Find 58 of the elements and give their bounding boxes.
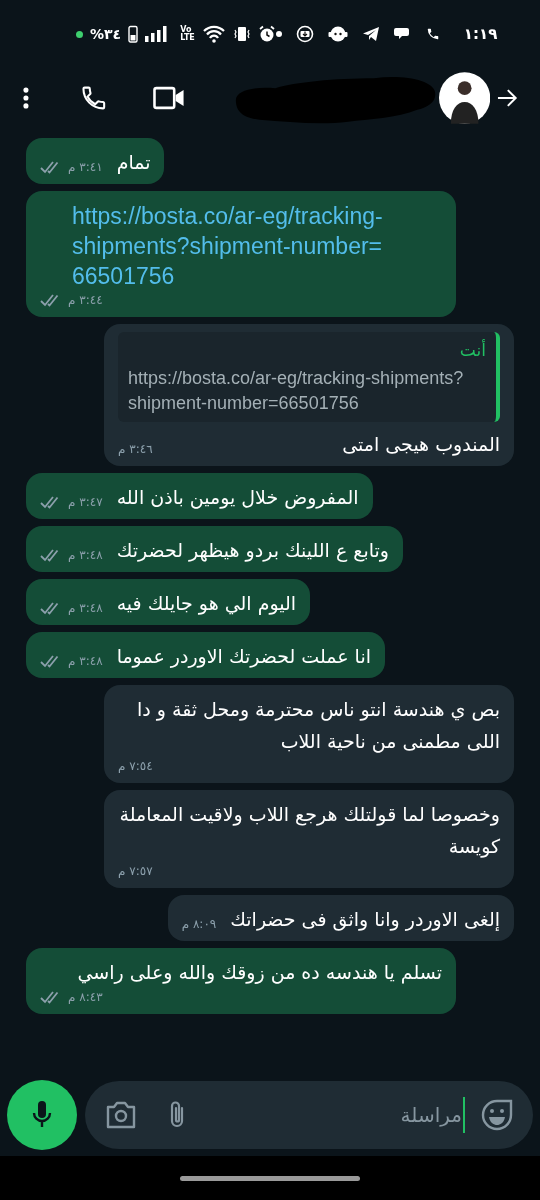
message-field[interactable]: مراسلة	[85, 1081, 533, 1149]
message-bubble[interactable]: تمام ٣:٤١ م	[26, 138, 165, 184]
message-text: المندوب هيجى امتى	[342, 431, 500, 458]
quoted-sender: أنت	[459, 338, 486, 362]
back-arrow-icon[interactable]	[496, 87, 518, 109]
message-bubble[interactable]: إلغى الاوردر وانا واثق فى حضراتك ٨:٠٩ م	[167, 894, 514, 941]
message-time: ٣:٤٧ م	[68, 493, 103, 511]
message-text: المفروض خلال يومين باذن الله	[116, 484, 359, 511]
clock: ١:١٩	[463, 23, 498, 45]
robot-icon	[327, 25, 348, 43]
wifi-icon	[201, 25, 226, 43]
message-text: إلغى الاوردر وانا واثق فى حضراتك	[230, 906, 500, 933]
message-time: ٧:٥٤ م	[118, 757, 153, 775]
message-time: ٣:٤١ م	[68, 159, 103, 176]
message-time: ٣:٤٤ م	[68, 292, 103, 309]
battery-icon	[128, 25, 139, 43]
alarm-icon	[257, 25, 276, 43]
home-indicator[interactable]	[180, 1175, 360, 1181]
sticker-icon[interactable]	[481, 1099, 513, 1131]
message-time: ٧:٥٧ م	[118, 862, 153, 880]
message-bubble[interactable]: انا عملت لحضرتك الاوردر عموما ٣:٤٨ م	[26, 631, 385, 678]
message-text: انا عملت لحضرتك الاوردر عموما	[116, 643, 371, 670]
message-time: ٣:٤٦ م	[118, 440, 153, 458]
message-bubble[interactable]: اليوم الي هو جايلك فيه ٣:٤٨ م	[26, 578, 311, 625]
video-call-icon[interactable]	[152, 86, 185, 110]
message-bubble[interactable]: المفروض خلال يومين باذن الله ٣:٤٧ م	[26, 472, 373, 519]
message-time: ٣:٤٨ م	[68, 599, 103, 617]
quoted-text: https://bosta.co/ar-eg/tracking-shipments?shipment-number=66501756	[128, 366, 465, 415]
chat-bubbles-icon	[393, 26, 412, 42]
tracking-link[interactable]: https://bosta.co/ar-eg/tracking-shipments?shipment-number=66501756	[72, 199, 442, 291]
message-bubble[interactable]: وخصوصا لما قولتلك هرجع اللاب ولاقيت المعاملة كويسة ٧:٥٧ م	[104, 789, 514, 888]
phone-icon	[425, 26, 440, 42]
message-bubble[interactable]: بص ي هندسة انتو ناس محترمة ومحل ثقة و دا اللى مطمنى من ناحية اللاب ٧:٥٤ م	[104, 684, 514, 783]
message-text: بص ي هندسة انتو ناس محترمة ومحل ثقة و دا اللى مطمنى من ناحية اللاب	[135, 696, 500, 755]
text-cursor	[463, 1097, 465, 1133]
message-time: ٨:٠٩ م	[181, 915, 217, 933]
message-text: اليوم الي هو جايلك فيه	[116, 590, 297, 617]
message-text: وتابع ع اللينك بردو هيظهر لحضرتك	[116, 537, 389, 564]
message-bubble[interactable]: تسلم يا هندسه ده من زوقك والله وعلى راسي ٨:٤٣ م	[26, 947, 456, 1014]
message-text: تمام	[116, 150, 151, 176]
message-time: ٨:٤٣ م	[68, 988, 103, 1006]
vibrate-icon	[232, 25, 251, 43]
message-time: ٣:٤٨ م	[68, 546, 103, 564]
message-input[interactable]: مراسلة	[197, 1100, 462, 1130]
volte-icon: Vo LTE	[180, 26, 195, 42]
paper-plane-icon	[361, 26, 380, 42]
signal-icon	[145, 26, 168, 42]
microphone-icon	[32, 1100, 52, 1130]
message-time: ٣:٤٨ م	[68, 652, 103, 670]
voice-call-icon[interactable]	[79, 84, 108, 112]
battery-percent: %٣٤	[90, 24, 122, 44]
download-icon	[295, 25, 314, 43]
more-options-icon[interactable]	[22, 86, 30, 110]
message-text: تسلم يا هندسه ده من زوقك والله وعلى راسي	[77, 959, 442, 986]
camera-icon[interactable]	[105, 1101, 137, 1129]
message-text: وخصوصا لما قولتلك هرجع اللاب ولاقيت المعاملة كويسة	[118, 801, 500, 860]
avatar[interactable]	[439, 72, 491, 124]
message-bubble[interactable]: وتابع ع اللينك بردو هيظهر لحضرتك ٣:٤٨ م	[26, 525, 403, 572]
